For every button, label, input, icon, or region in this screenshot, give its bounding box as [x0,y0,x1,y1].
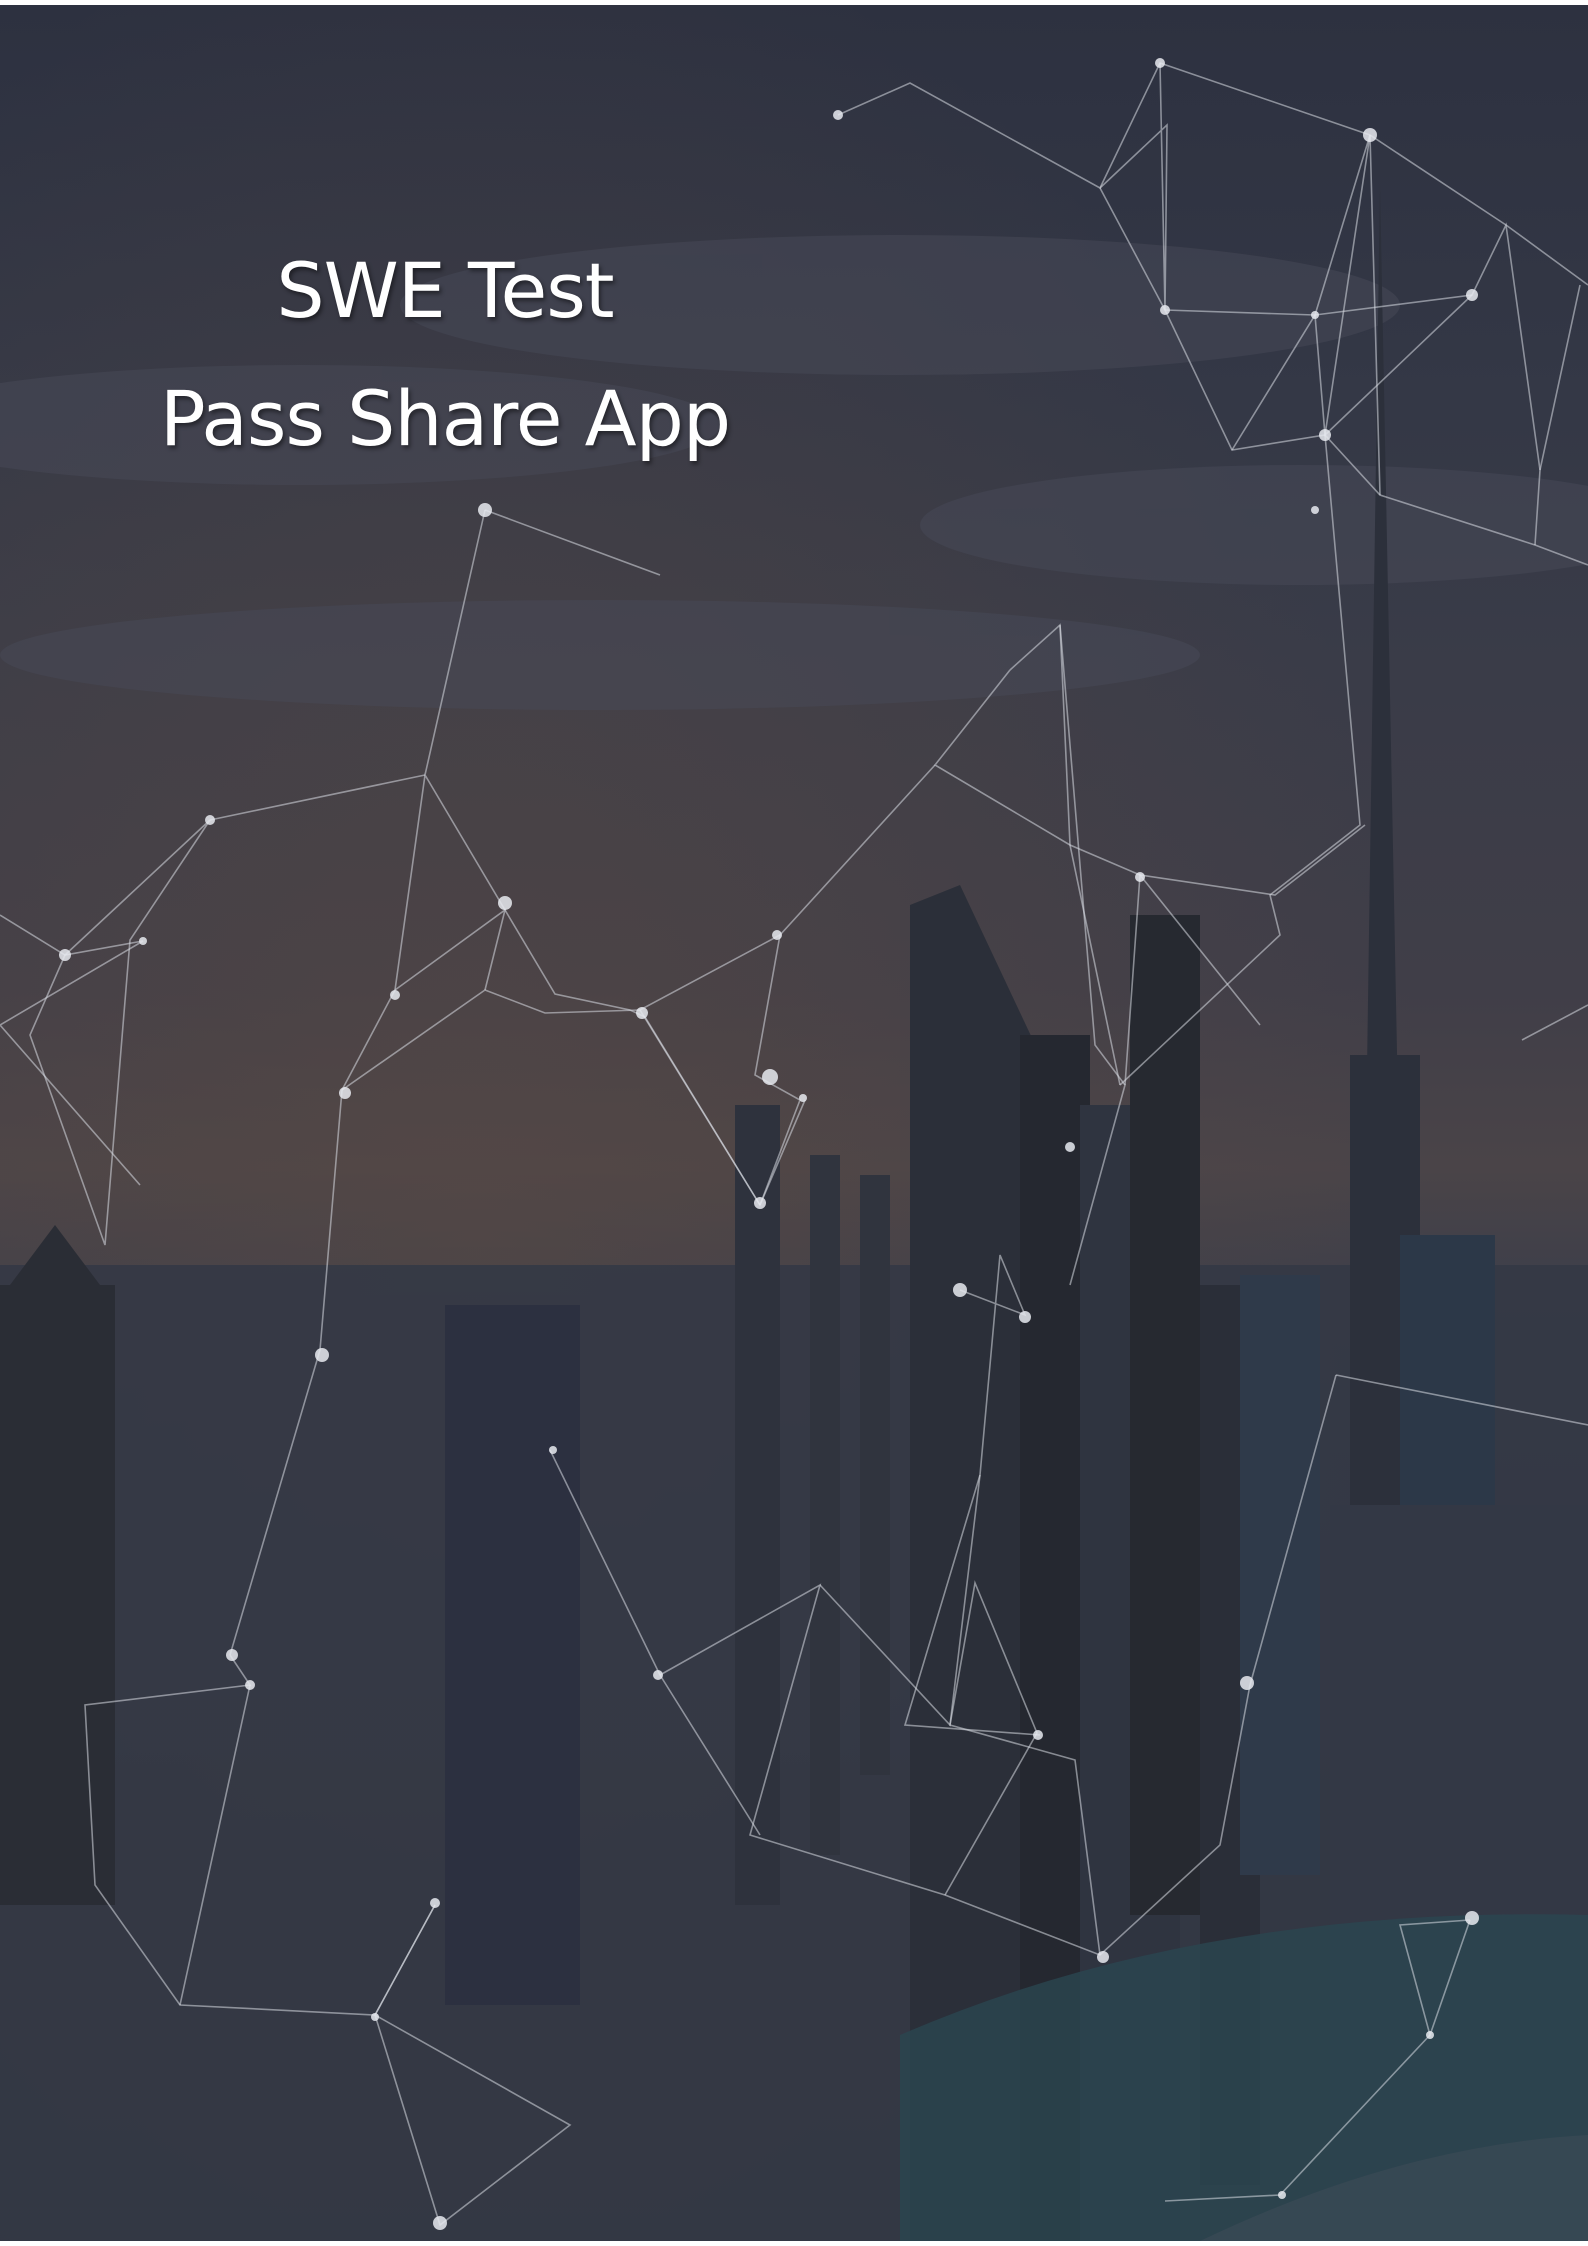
cover-title: SWE Test Pass Share App [110,227,780,483]
cover-background: SWE Test Pass Share App [0,5,1588,2241]
title-line-2: Pass Share App [159,374,731,463]
title-line-1: SWE Test [276,246,614,335]
document-page: SWE Test Pass Share App [0,0,1588,2246]
